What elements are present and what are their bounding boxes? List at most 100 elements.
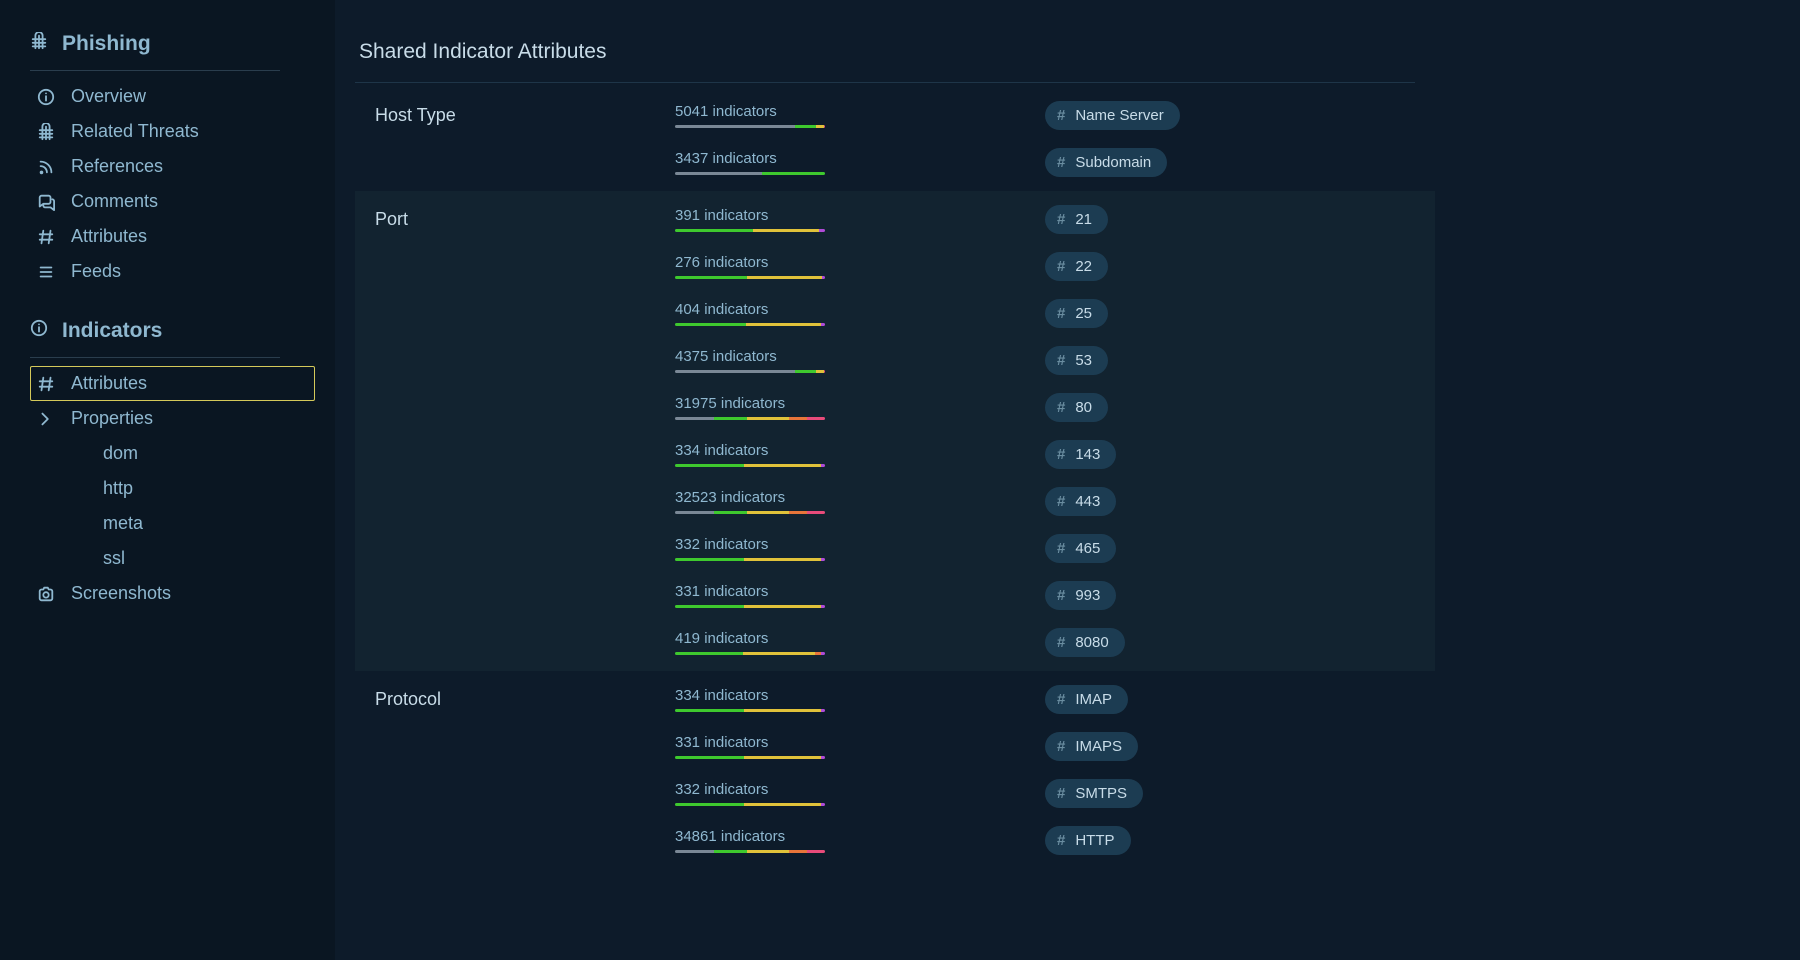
comments-icon: [35, 193, 57, 211]
info-icon: [30, 319, 48, 343]
attribute-tag[interactable]: #465: [1045, 534, 1116, 563]
section-phishing-header: Phishing: [30, 24, 315, 64]
attribute-tag[interactable]: #Subdomain: [1045, 148, 1167, 177]
nav-item-label: Feeds: [71, 261, 121, 282]
hash-icon: #: [1057, 211, 1065, 228]
sidebar-item-attributes[interactable]: Attributes: [30, 366, 315, 401]
sidebar-item-related-threats[interactable]: Related Threats: [30, 114, 315, 149]
sidebar-item-ssl[interactable]: ssl: [30, 541, 315, 576]
sidebar-item-screenshots[interactable]: Screenshots: [30, 576, 315, 611]
hash-icon: #: [1057, 832, 1065, 849]
attribute-row: 4375 indicators#53: [675, 346, 1415, 375]
sidebar-item-references[interactable]: References: [30, 149, 315, 184]
attribute-tag[interactable]: #53: [1045, 346, 1108, 375]
attribute-tag-label: Name Server: [1075, 107, 1163, 124]
nav-group-phishing: Overview Related ThreatsReferences Comment…: [30, 79, 315, 289]
attribute-tag-label: 143: [1075, 446, 1100, 463]
indicator-block: 404 indicators: [675, 301, 1045, 326]
attribute-tag[interactable]: #80: [1045, 393, 1108, 422]
attribute-row: 331 indicators#IMAPS: [675, 732, 1415, 761]
attribute-tag-label: 80: [1075, 399, 1092, 416]
attribute-tag-label: HTTP: [1075, 832, 1114, 849]
sidebar-item-meta[interactable]: meta: [30, 506, 315, 541]
indicator-block: 332 indicators: [675, 536, 1045, 561]
attribute-tag-label: SMTPS: [1075, 785, 1127, 802]
indicator-bar: [675, 850, 825, 853]
attribute-tag[interactable]: #21: [1045, 205, 1108, 234]
section-indicators-header: Indicators: [30, 311, 315, 351]
attribute-row: 419 indicators#8080: [675, 628, 1415, 657]
attribute-tag-label: 443: [1075, 493, 1100, 510]
indicator-bar: [675, 172, 825, 175]
sidebar-item-dom[interactable]: dom: [30, 436, 315, 471]
sidebar-item-feeds[interactable]: Feeds: [30, 254, 315, 289]
indicator-block: 334 indicators: [675, 442, 1045, 467]
attribute-tag[interactable]: #25: [1045, 299, 1108, 328]
hash-icon: #: [1057, 154, 1065, 171]
attribute-tag[interactable]: #IMAPS: [1045, 732, 1138, 761]
indicator-bar: [675, 276, 825, 279]
attribute-group-label: Host Type: [375, 101, 675, 177]
attribute-row: 32523 indicators#443: [675, 487, 1415, 516]
hash-icon: #: [1057, 107, 1065, 124]
indicator-bar: [675, 229, 825, 232]
attribute-tag[interactable]: #SMTPS: [1045, 779, 1143, 808]
attribute-rows: 5041 indicators # Name Server 3437 indicato…: [675, 101, 1415, 177]
attribute-group-label: Port: [375, 205, 675, 657]
attribute-tag[interactable]: #143: [1045, 440, 1116, 469]
attribute-row: 3437 indicators#Subdomain: [675, 148, 1415, 177]
indicator-count: 331 indicators: [675, 734, 1045, 751]
indicator-block: 5041 indicators: [675, 103, 1045, 128]
sidebar-item-comments[interactable]: Comments: [30, 184, 315, 219]
hash-icon: #: [1057, 258, 1065, 275]
attribute-tag-label: 8080: [1075, 634, 1108, 651]
attribute-row: 331 indicators#993: [675, 581, 1415, 610]
attribute-tag[interactable]: #993: [1045, 581, 1116, 610]
hash-icon: #: [1057, 399, 1065, 416]
divider: [355, 82, 1415, 83]
hash-icon: #: [1057, 634, 1065, 651]
hash-icon: #: [1057, 446, 1065, 463]
indicator-count: 332 indicators: [675, 781, 1045, 798]
attribute-tag[interactable]: #22: [1045, 252, 1108, 281]
sidebar-item-http[interactable]: http: [30, 471, 315, 506]
indicator-count: 391 indicators: [675, 207, 1045, 224]
indicator-count: 332 indicators: [675, 536, 1045, 553]
indicator-block: 3437 indicators: [675, 150, 1045, 175]
nav-item-label: http: [103, 478, 133, 499]
attribute-tag[interactable]: #443: [1045, 487, 1116, 516]
indicator-bar: [675, 511, 825, 514]
nav-item-label: ssl: [103, 548, 125, 569]
hash-icon: #: [1057, 352, 1065, 369]
sidebar-item-properties[interactable]: Properties: [30, 401, 315, 436]
attribute-group-label: Protocol: [375, 685, 675, 855]
list-icon: [35, 263, 57, 281]
sidebar-item-overview[interactable]: Overview: [30, 79, 315, 114]
attribute-tag-label: IMAP: [1075, 691, 1112, 708]
attribute-row: 391 indicators#21: [675, 205, 1415, 234]
attribute-tag[interactable]: #IMAP: [1045, 685, 1128, 714]
nav-item-label: Attributes: [71, 373, 147, 394]
nav-item-label: Overview: [71, 86, 146, 107]
attribute-tag[interactable]: # HTTP: [1045, 826, 1131, 855]
nav-item-label: Attributes: [71, 226, 147, 247]
camera-icon: [35, 585, 57, 603]
indicator-bar: [675, 370, 825, 373]
attribute-tag[interactable]: # Name Server: [1045, 101, 1180, 130]
indicator-block: 419 indicators: [675, 630, 1045, 655]
indicator-block: 334 indicators: [675, 687, 1045, 712]
attribute-row: 334 indicators#143: [675, 440, 1415, 469]
indicator-bar: [675, 464, 825, 467]
indicator-block: 331 indicators: [675, 583, 1045, 608]
attribute-tag[interactable]: #8080: [1045, 628, 1125, 657]
indicator-block: 332 indicators: [675, 781, 1045, 806]
nav-item-label: Comments: [71, 191, 158, 212]
attribute-tag-label: 993: [1075, 587, 1100, 604]
indicator-count: 4375 indicators: [675, 348, 1045, 365]
attribute-rows: 391 indicators#21276 indicators#22404 in…: [675, 205, 1415, 657]
hash-icon: [35, 228, 57, 246]
hash-icon: #: [1057, 493, 1065, 510]
sidebar-item-attributes[interactable]: Attributes: [30, 219, 315, 254]
indicator-bar: [675, 417, 825, 420]
nav-item-label: Properties: [71, 408, 153, 429]
